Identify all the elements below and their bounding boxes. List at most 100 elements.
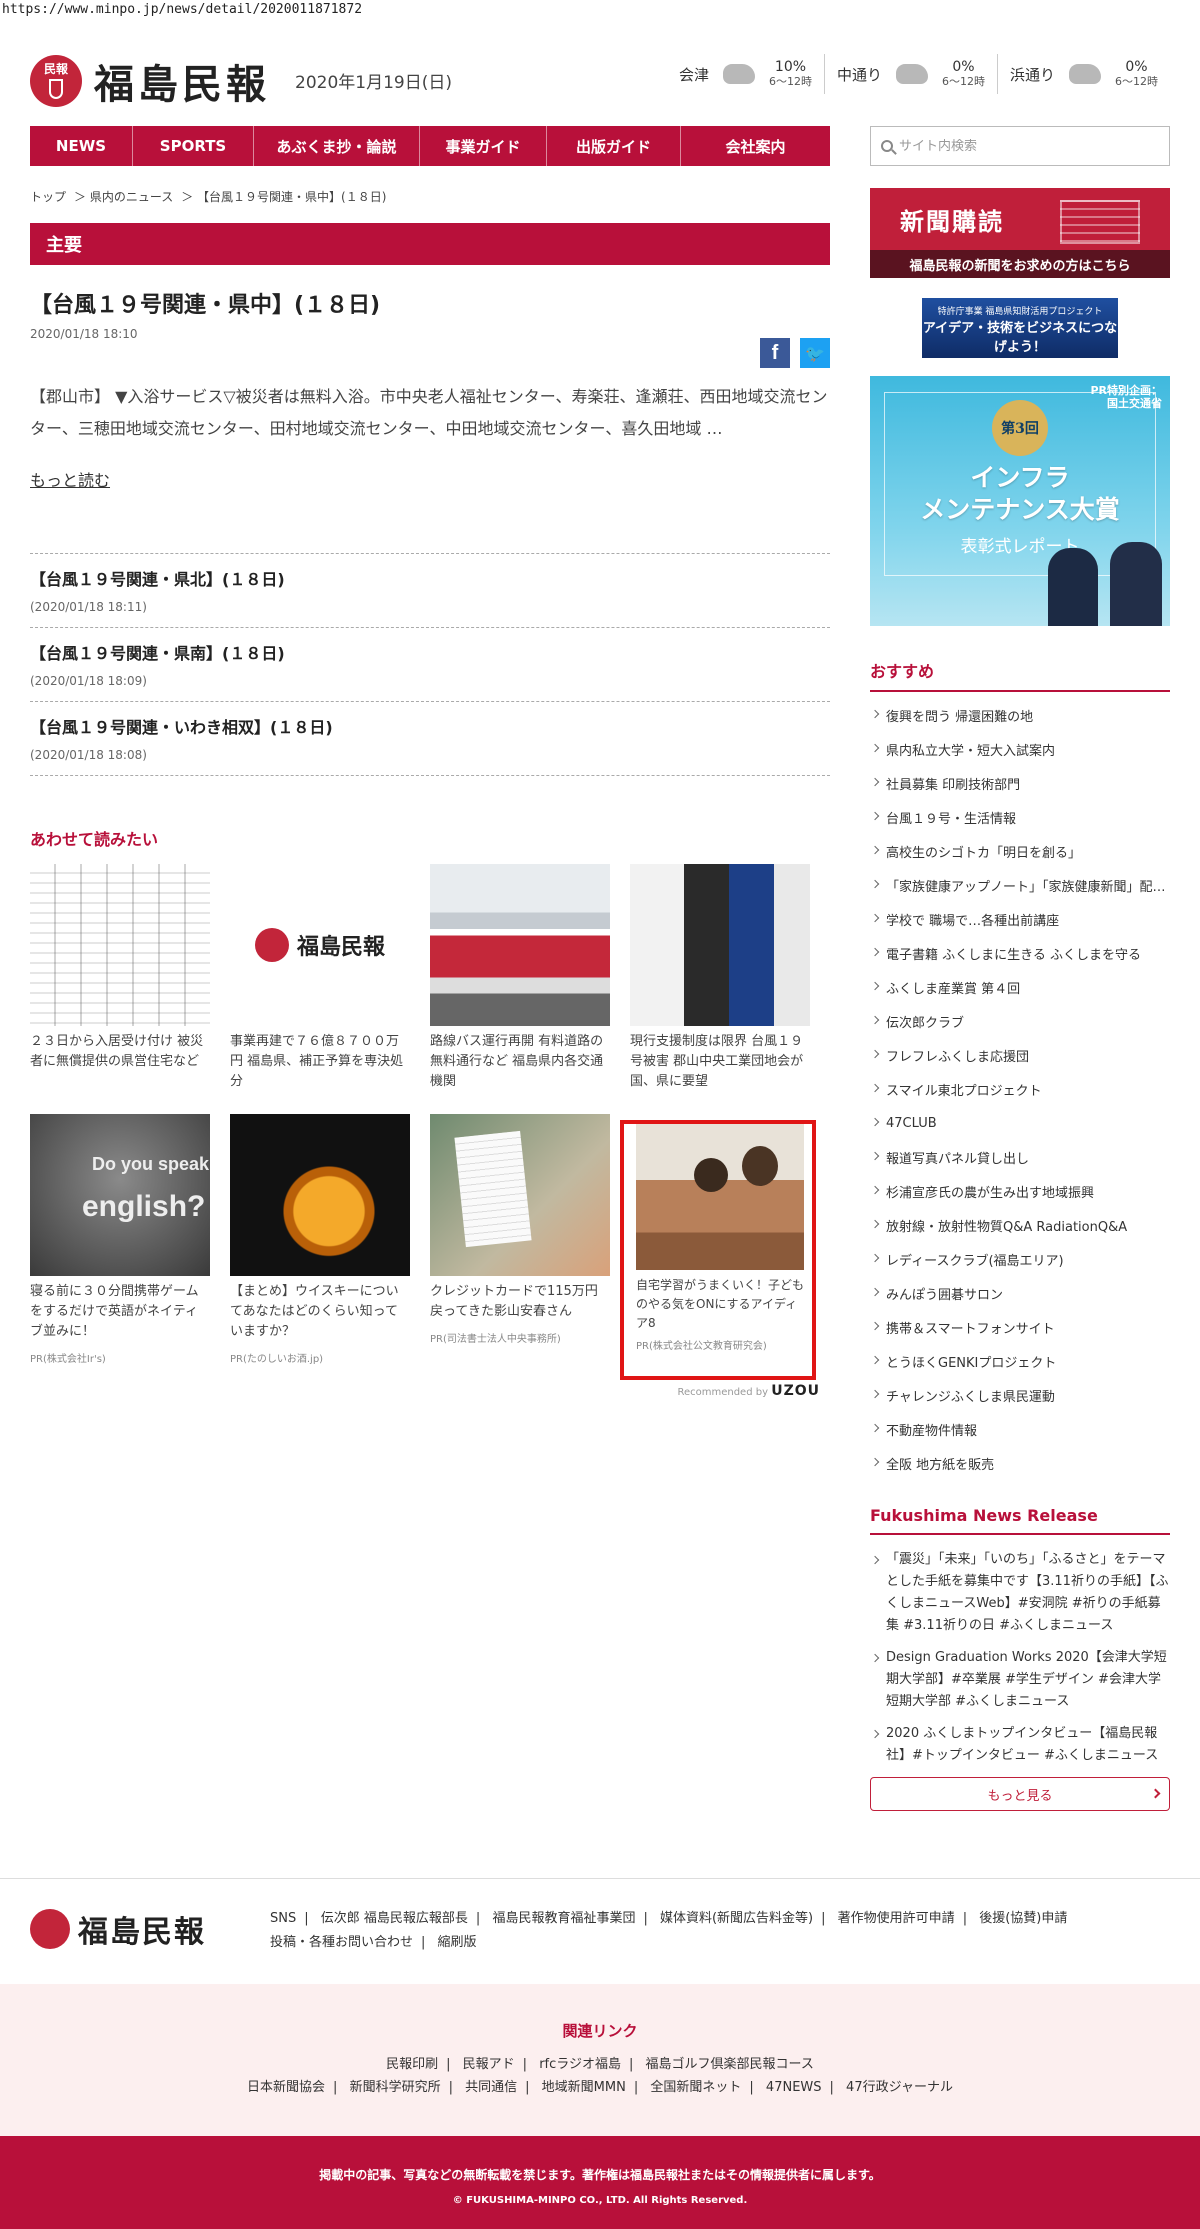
related-date: (2020/01/18 18:09) xyxy=(30,674,147,688)
footer-logo[interactable]: 福島民報 xyxy=(30,1907,206,1951)
footer-link[interactable]: 福島民報教育福祉事業団 xyxy=(492,1911,635,1926)
nav-business-guide[interactable]: 事業ガイド xyxy=(420,126,547,166)
card-title: 路線バス運行再開 有料道路の無料通行など 福島県内各交通機関 xyxy=(430,1034,604,1089)
nav-sports[interactable]: SPORTS xyxy=(133,126,254,166)
nav-company[interactable]: 会社案内 xyxy=(681,126,830,166)
related-item[interactable]: 【台風１９号関連・いわき相双】(１８日) (2020/01/18 18:08) xyxy=(30,702,830,776)
recommend-card[interactable]: 路線バス運行再開 有料道路の無料通行など 福島県内各交通機関 xyxy=(430,864,610,1092)
recommend-item[interactable]: 47CLUB xyxy=(870,1106,1170,1140)
related-link[interactable]: rfcラジオ福島 xyxy=(539,2057,621,2072)
footer-link[interactable]: 後援(協賛)申請 xyxy=(979,1911,1067,1926)
recommend-item[interactable]: 復興を問う 帰還困難の地 xyxy=(870,698,1170,732)
ad-card[interactable]: 【まとめ】ウイスキーについてあなたはどのくらい知っていますか？ PR(たのしいお… xyxy=(230,1114,410,1365)
recommend-item[interactable]: みんぽう囲碁サロン xyxy=(870,1276,1170,1310)
related-link[interactable]: 新聞科学研究所 xyxy=(350,2080,441,2095)
nav-publishing-guide[interactable]: 出版ガイド xyxy=(547,126,681,166)
nav-editorial[interactable]: あぶくま抄・論説 xyxy=(254,126,420,166)
card-image xyxy=(30,864,210,1026)
ad-card[interactable]: Do you speak english? 寝る前に３０分間携帯ゲームをするだけで… xyxy=(30,1114,210,1365)
copyright-notice: 掲載中の記事、写真などの無断転載を禁じます。著作権は福島民報社またはその情報提供… xyxy=(319,2168,881,2182)
site-logo[interactable]: 民報 福島民報 xyxy=(30,52,270,110)
site-search[interactable] xyxy=(870,126,1170,166)
recommend-item[interactable]: 電子書籍 ふくしまに生きる ふくしまを守る xyxy=(870,936,1170,970)
recommend-item[interactable]: 携帯＆スマートフォンサイト xyxy=(870,1310,1170,1344)
subscribe-banner[interactable]: 新聞購読 福島民報の新聞をお求めの方はこちら xyxy=(870,188,1170,278)
related-title[interactable]: 【台風１９号関連・県北】(１８日) xyxy=(30,566,830,590)
breadcrumb-local-news[interactable]: ＞ 県内のニュース xyxy=(74,188,173,205)
infra-award-banner[interactable]: PR特別企画： 国土交通省 第3回 インフラ メンテナンス大賞 表彰式レポート xyxy=(870,376,1170,626)
weather-time: 6〜12時 xyxy=(941,74,985,88)
recommend-card[interactable]: ２３日から入居受け付け 被災者に無償提供の県営住宅など xyxy=(30,864,210,1092)
recommend-item[interactable]: レディースクラブ(福島エリア) xyxy=(870,1242,1170,1276)
related-item[interactable]: 【台風１９号関連・県北】(１８日) (2020/01/18 18:11) xyxy=(30,554,830,628)
cloud-icon xyxy=(722,64,755,84)
footer-link[interactable]: 縮刷版 xyxy=(438,1935,477,1950)
footer-link[interactable]: 媒体資料(新聞広告料金等) xyxy=(660,1911,813,1926)
recommend-item[interactable]: フレフレふくしま応援団 xyxy=(870,1038,1170,1072)
footer-link[interactable]: 投稿・各種お問い合わせ xyxy=(270,1935,413,1950)
news-release-item[interactable]: Design Graduation Works 2020【会津大学短期大学部】#… xyxy=(870,1647,1170,1713)
recommend-item[interactable]: 県内私立大学・短大入試案内 xyxy=(870,732,1170,766)
recommend-item[interactable]: スマイル東北プロジェクト xyxy=(870,1072,1170,1106)
recommend-item[interactable]: 杉浦宣彦氏の農が生み出す地域振興 xyxy=(870,1174,1170,1208)
recommend-item[interactable]: 社員募集 印刷技術部門 xyxy=(870,766,1170,800)
nav-news[interactable]: NEWS xyxy=(30,126,133,166)
recommend-item[interactable]: 高校生のシゴトカ「明日を創る」 xyxy=(870,834,1170,868)
chevron-right-icon xyxy=(1150,1788,1161,1799)
footer-link[interactable]: 著作物使用許可申請 xyxy=(838,1911,955,1926)
recommend-item[interactable]: ふくしま産業賞 第４回 xyxy=(870,970,1170,1004)
read-more-link[interactable]: もっと読む xyxy=(30,467,110,491)
card-image xyxy=(630,864,810,1026)
recommend-item[interactable]: 「家族健康アップノート」「家族健康新聞」配… xyxy=(870,868,1170,902)
recommend-item[interactable]: チャレンジふくしま県民運動 xyxy=(870,1378,1170,1412)
breadcrumb-top[interactable]: トップ xyxy=(30,188,66,205)
related-link[interactable]: 地域新聞MMN xyxy=(542,2080,626,2095)
recommend-item[interactable]: 伝次郎クラブ xyxy=(870,1004,1170,1038)
section-heading: 主要 xyxy=(30,223,830,265)
weather-nakadori: 中通り 0% 6〜12時 xyxy=(823,54,997,94)
footer-link[interactable]: SNS xyxy=(270,1911,296,1926)
related-link[interactable]: 福島ゴルフ倶楽部民報コース xyxy=(646,2057,814,2072)
related-item[interactable]: 【台風１９号関連・県南】(１８日) (2020/01/18 18:09) xyxy=(30,628,830,702)
logo-seal-icon xyxy=(30,1909,70,1949)
uzou-logo[interactable]: UZOU xyxy=(771,1383,820,1399)
facebook-share-icon[interactable]: f xyxy=(760,338,790,368)
recommend-item[interactable]: 学校で 職場で…各種出前講座 xyxy=(870,902,1170,936)
recommend-item[interactable]: 不動産物件情報 xyxy=(870,1412,1170,1446)
footer-top: 福島民報 SNS | 伝次郎 福島民報広報部長 | 福島民報教育福祉事業団 | 媒体資… xyxy=(0,1878,1200,1984)
footer-link[interactable]: 伝次郎 福島民報広報部長 xyxy=(321,1911,468,1926)
article-title: 【台風１９号関連・県中】(１８日) xyxy=(30,293,381,318)
recommend-item[interactable]: 台風１９号・生活情報 xyxy=(870,800,1170,834)
weather-hamadori: 浜通り 0% 6〜12時 xyxy=(996,54,1170,94)
news-release-item[interactable]: 2020 ふくしまトップインタビュー【福島民報社】#トップインタビュー #ふくし… xyxy=(870,1723,1170,1767)
news-release-item[interactable]: 「震災」「未来」「いのち」「ふるさと」をテーマとした手紙を募集中です【3.11祈… xyxy=(870,1549,1170,1637)
header-date: 2020年1月19日(日) xyxy=(295,73,452,93)
related-date: (2020/01/18 18:11) xyxy=(30,600,147,614)
search-input[interactable] xyxy=(899,138,1149,154)
related-link[interactable]: 民報印刷 xyxy=(386,2057,438,2072)
see-more-button[interactable]: もっと見る xyxy=(870,1777,1170,1811)
recommend-item[interactable]: 報道写真パネル貸し出し xyxy=(870,1140,1170,1174)
idea-banner[interactable]: 特許庁事業 福島県知財活用プロジェクト アイデア・技術をビジネスにつなげよう！ xyxy=(922,298,1118,358)
related-title[interactable]: 【台風１９号関連・いわき相双】(１８日) xyxy=(30,714,830,738)
recommended-label: Recommended by xyxy=(677,1387,769,1398)
related-title[interactable]: 【台風１９号関連・県南】(１８日) xyxy=(30,640,830,664)
recommend-item[interactable]: 全阪 地方紙を販売 xyxy=(870,1446,1170,1480)
copyright: © FUKUSHIMA-MINPO CO., LTD. All Rights R… xyxy=(452,2195,748,2206)
recommended-by: Recommended by UZOU xyxy=(30,1383,830,1399)
related-link[interactable]: 共同通信 xyxy=(465,2080,517,2095)
ad-card[interactable]: クレジットカードで115万円戻ってきた影山安春さん PR(司法書士法人中央事務所… xyxy=(430,1114,610,1365)
related-link[interactable]: 47行政ジャーナル xyxy=(846,2080,953,2095)
related-link[interactable]: 47NEWS xyxy=(766,2080,822,2095)
recommend-item[interactable]: とうほくGENKIプロジェクト xyxy=(870,1344,1170,1378)
twitter-share-icon[interactable]: 🐦 xyxy=(800,338,830,368)
related-link[interactable]: 全国新聞ネット xyxy=(650,2080,741,2095)
logo-seal-icon: 民報 xyxy=(30,55,82,107)
recommend-card[interactable]: 福島民報 事業再建で７６億８７００万円 福島県、補正予算を専決処分 xyxy=(230,864,410,1092)
related-link[interactable]: 民報アド xyxy=(463,2057,515,2072)
recommend-item[interactable]: 放射線・放射性物質Q&A RadiationQ&A xyxy=(870,1208,1170,1242)
related-link[interactable]: 日本新聞協会 xyxy=(247,2080,325,2095)
card-title: 事業再建で７６億８７００万円 福島県、補正予算を専決処分 xyxy=(230,1034,404,1089)
recommend-card[interactable]: 現行支援制度は限界 台風１９号被害 郡山中央工業団地会が国、県に要望 xyxy=(630,864,810,1092)
card-title: ２３日から入居受け付け 被災者に無償提供の県営住宅など xyxy=(30,1034,204,1069)
